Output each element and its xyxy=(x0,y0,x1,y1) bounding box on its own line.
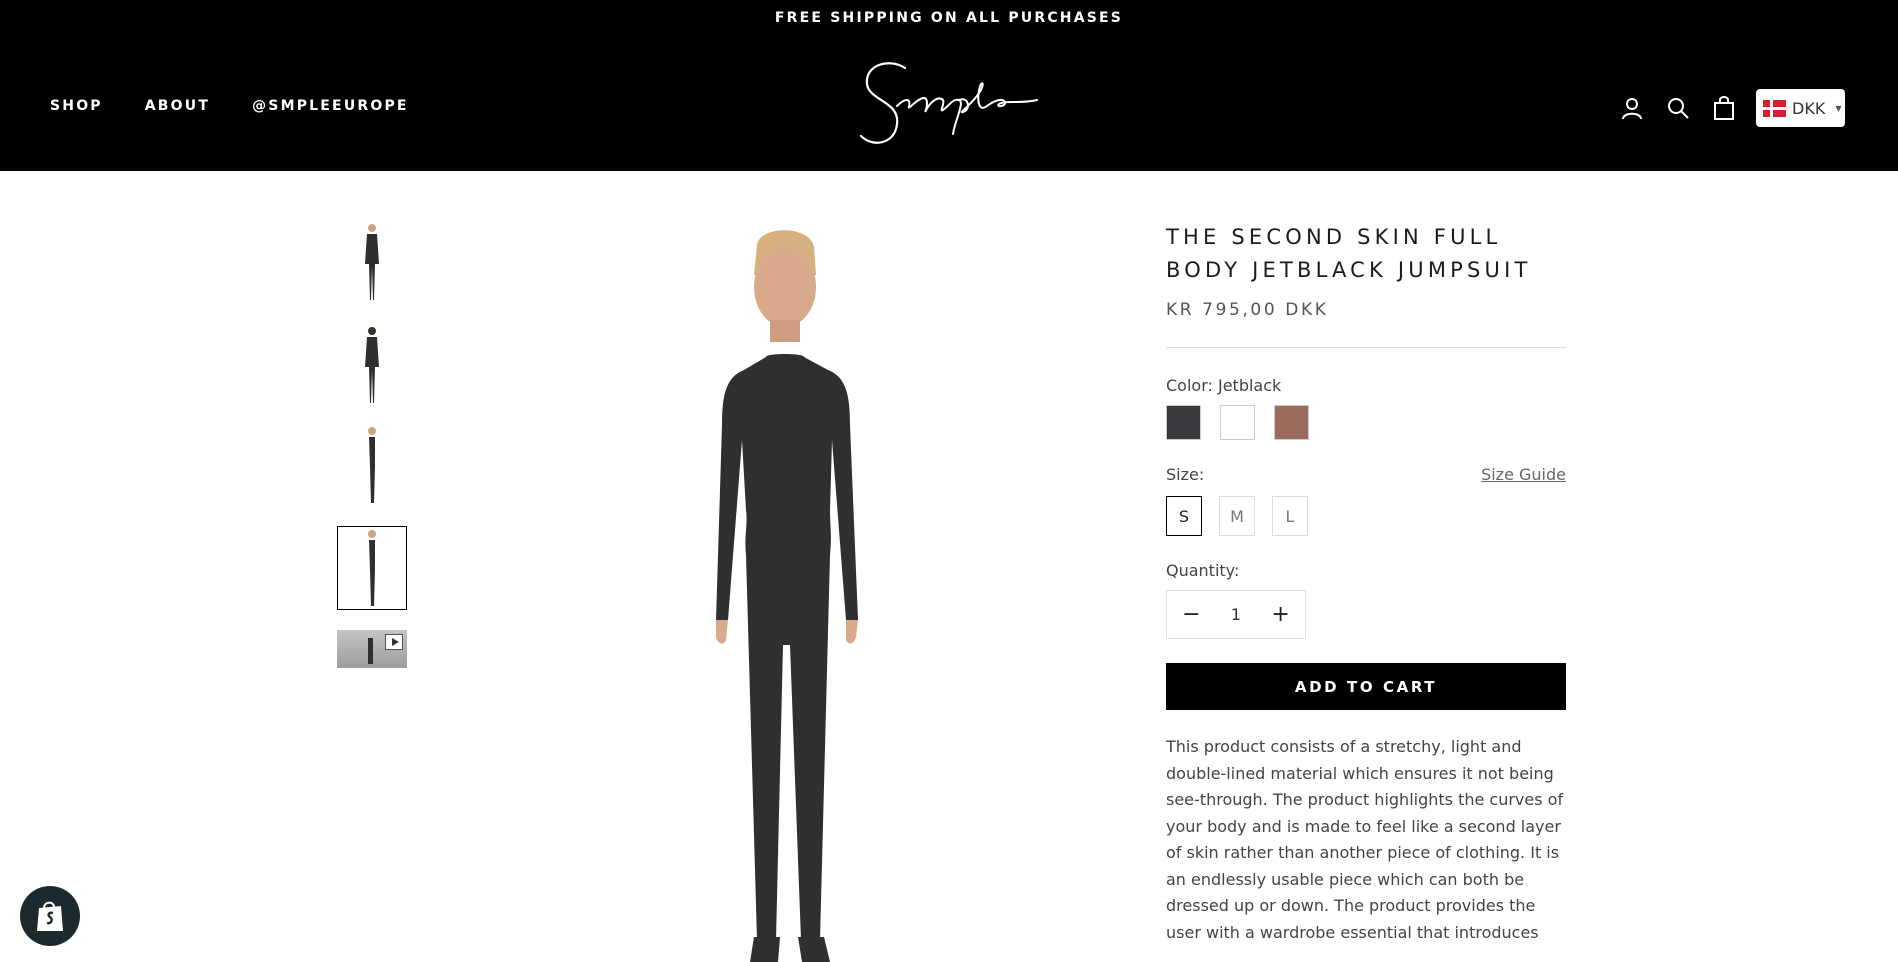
nav-item-about[interactable]: ABOUT xyxy=(145,98,210,114)
product-description: This product consists of a stretchy, lig… xyxy=(1166,737,1564,942)
thumbnail-side-left[interactable] xyxy=(337,423,407,507)
announcement-bar: FREE SHIPPING ON ALL PURCHASES xyxy=(774,10,1124,26)
product-price: KR 795,00 DKK xyxy=(1166,300,1329,320)
currency-code: DKK xyxy=(1792,98,1826,118)
product-main-image[interactable] xyxy=(670,225,920,962)
divider xyxy=(1166,347,1566,348)
search-icon[interactable] xyxy=(1664,91,1692,125)
quantity-label: Quantity: xyxy=(1166,561,1240,580)
product-title: THE SECOND SKIN FULL BODY JETBLACK JUMPS… xyxy=(1166,225,1532,282)
denmark-flag-icon xyxy=(1763,99,1786,117)
header-actions: DKK ▼ xyxy=(1618,89,1845,127)
size-guide-link[interactable]: Size Guide xyxy=(1481,465,1566,484)
size-label-row: Size: Size Guide xyxy=(1166,465,1566,484)
chevron-down-icon: ▼ xyxy=(1835,103,1842,113)
quantity-value[interactable]: 1 xyxy=(1231,605,1241,624)
nav-item-shop[interactable]: SHOP xyxy=(50,98,103,114)
size-option-l[interactable]: L xyxy=(1272,496,1308,536)
size-options: S M L xyxy=(1166,496,1566,536)
swatch-jetblack[interactable] xyxy=(1166,405,1201,440)
color-swatches xyxy=(1166,405,1566,440)
color-label-row: Color: Jetblack xyxy=(1166,376,1566,395)
thumbnail-side-right[interactable] xyxy=(337,526,407,610)
shopify-badge[interactable] xyxy=(20,886,80,946)
site-header: FREE SHIPPING ON ALL PURCHASES SHOP ABOU… xyxy=(0,0,1898,171)
bag-icon[interactable] xyxy=(1710,91,1738,125)
swatch-white[interactable] xyxy=(1220,405,1255,440)
minus-icon[interactable]: − xyxy=(1182,602,1200,627)
thumbnail-video[interactable] xyxy=(337,630,407,668)
quantity-stepper: − 1 + xyxy=(1166,590,1306,639)
thumbnail-front[interactable] xyxy=(337,220,407,304)
brand-logo[interactable] xyxy=(845,56,1055,151)
nav-item-instagram[interactable]: @SMPLEEUROPE xyxy=(252,98,409,114)
plus-icon[interactable]: + xyxy=(1271,602,1289,627)
currency-selector[interactable]: DKK ▼ xyxy=(1756,89,1845,127)
main-nav: SHOP ABOUT @SMPLEEUROPE xyxy=(50,98,409,114)
product-info: THE SECOND SKIN FULL BODY JETBLACK JUMPS… xyxy=(1166,221,1566,946)
swatch-brown[interactable] xyxy=(1274,405,1309,440)
thumbnail-back[interactable] xyxy=(337,323,407,407)
size-option-s[interactable]: S xyxy=(1166,496,1202,536)
size-option-m[interactable]: M xyxy=(1219,496,1255,536)
play-icon xyxy=(385,634,403,650)
color-label: Color: xyxy=(1166,376,1213,395)
shopify-bag-icon xyxy=(37,901,63,931)
add-to-cart-button[interactable]: ADD TO CART xyxy=(1166,663,1566,710)
color-value: Jetblack xyxy=(1217,376,1282,395)
user-icon[interactable] xyxy=(1618,91,1646,125)
size-label: Size: xyxy=(1166,465,1205,484)
